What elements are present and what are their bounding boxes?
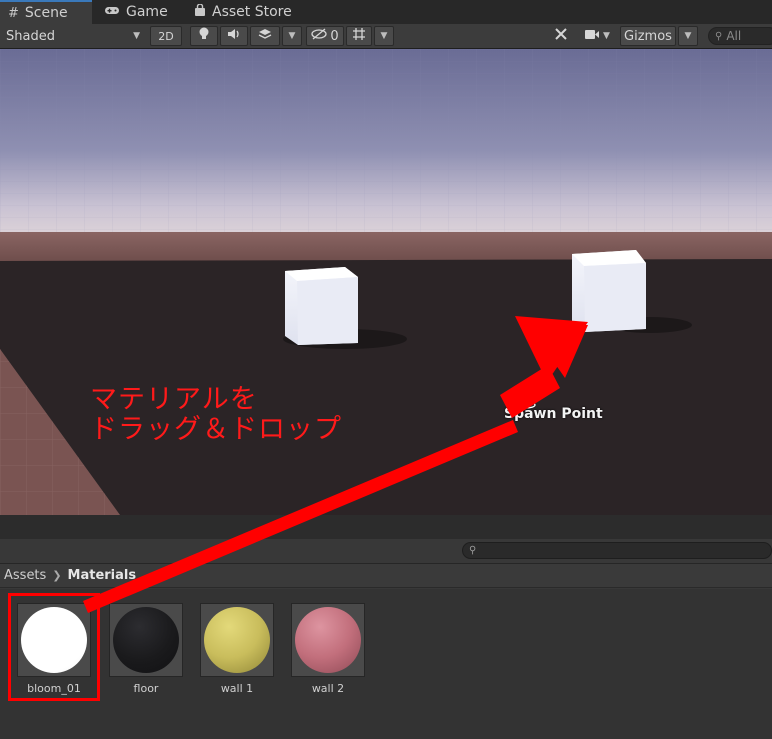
grid-icon bbox=[352, 27, 366, 45]
breadcrumb-current[interactable]: Materials bbox=[68, 568, 137, 583]
asset-item-wall-1[interactable]: wall 1 bbox=[200, 603, 274, 695]
camera-settings-button[interactable]: ▼ bbox=[578, 26, 616, 46]
chevron-down-icon: ▼ bbox=[288, 31, 296, 41]
project-search-input[interactable]: ⚲ bbox=[462, 542, 772, 559]
chevron-down-icon: ▼ bbox=[133, 31, 140, 41]
asset-label: wall 1 bbox=[220, 682, 254, 695]
gizmos-dropdown-button[interactable]: ▼ bbox=[678, 26, 698, 46]
tab-asset-store-label: Asset Store bbox=[212, 4, 292, 20]
material-sphere-icon bbox=[204, 607, 270, 673]
search-icon: ⚲ bbox=[469, 545, 477, 556]
scene-toolbar: Shaded ▼ 2D ▼ 0 ▼ ▼ Gizmos ▼ ⚲ All bbox=[0, 24, 772, 49]
tab-scene-label: Scene bbox=[24, 5, 68, 21]
tab-scene[interactable]: # Scene bbox=[0, 0, 92, 24]
toggle-2d-button[interactable]: 2D bbox=[150, 26, 182, 46]
grid-icon: # bbox=[8, 5, 19, 21]
gamepad-icon bbox=[104, 5, 120, 20]
chevron-down-icon: ▼ bbox=[684, 31, 692, 41]
grid-dropdown-button[interactable]: ▼ bbox=[374, 26, 394, 46]
scene-search-input[interactable]: ⚲ All bbox=[708, 27, 772, 45]
material-thumbnail bbox=[291, 603, 365, 677]
asset-label: floor bbox=[133, 682, 159, 695]
effects-toggle-button[interactable] bbox=[250, 26, 280, 46]
selection-highlight bbox=[8, 593, 100, 701]
hidden-objects-count: 0 bbox=[330, 28, 339, 44]
far-ground bbox=[0, 232, 772, 262]
tools-button[interactable] bbox=[548, 26, 574, 46]
material-thumbnail bbox=[109, 603, 183, 677]
annotation-line-1: マテリアルを bbox=[90, 384, 258, 415]
shading-mode-label: Shaded bbox=[6, 28, 55, 44]
audio-toggle-button[interactable] bbox=[220, 26, 248, 46]
grid-toggle-button[interactable] bbox=[346, 26, 372, 46]
scene-visibility-toggle[interactable]: 0 bbox=[306, 26, 344, 46]
chevron-down-icon: ▼ bbox=[380, 31, 388, 41]
layers-icon bbox=[258, 28, 272, 44]
shopping-bag-icon bbox=[194, 2, 206, 21]
wrench-icon bbox=[554, 27, 568, 45]
lightbulb-icon bbox=[198, 27, 210, 45]
lighting-toggle-button[interactable] bbox=[190, 26, 218, 46]
chevron-down-icon: ▼ bbox=[603, 31, 610, 41]
scene-viewport[interactable]: Spawn Point マテリアルを ドラッグ＆ドロップ bbox=[0, 49, 772, 515]
material-sphere-icon bbox=[295, 607, 361, 673]
cube-object-2 bbox=[572, 250, 646, 332]
annotation-line-2: ドラッグ＆ドロップ bbox=[90, 414, 342, 445]
tab-asset-store[interactable]: Asset Store bbox=[186, 0, 306, 24]
breadcrumb-root[interactable]: Assets bbox=[4, 568, 46, 583]
camera-icon bbox=[584, 29, 600, 44]
hidden-eye-icon bbox=[311, 28, 328, 44]
material-sphere-icon bbox=[113, 607, 179, 673]
project-toolbar: ⚲ bbox=[0, 539, 772, 564]
chevron-right-icon: ❯ bbox=[52, 569, 62, 582]
effects-dropdown-button[interactable]: ▼ bbox=[282, 26, 302, 46]
speaker-icon bbox=[227, 28, 241, 44]
material-thumbnail bbox=[200, 603, 274, 677]
annotation-text: マテリアルを ドラッグ＆ドロップ bbox=[90, 385, 342, 445]
scene-search-placeholder: All bbox=[726, 29, 742, 43]
shading-mode-dropdown[interactable]: Shaded ▼ bbox=[0, 26, 146, 46]
search-icon: ⚲ bbox=[715, 30, 723, 42]
tab-game[interactable]: Game bbox=[96, 0, 186, 24]
toggle-2d-label: 2D bbox=[158, 29, 174, 43]
window-tab-bar: # Scene Game Asset Store bbox=[0, 0, 772, 25]
gizmos-label: Gizmos bbox=[624, 28, 672, 44]
asset-item-wall-2[interactable]: wall 2 bbox=[291, 603, 365, 695]
cube-object-1 bbox=[285, 267, 358, 345]
asset-label: wall 2 bbox=[311, 682, 345, 695]
gizmos-button[interactable]: Gizmos bbox=[620, 26, 676, 46]
asset-item-floor[interactable]: floor bbox=[109, 603, 183, 695]
breadcrumb: Assets ❯ Materials bbox=[0, 564, 772, 588]
asset-grid: bloom_01 floor wall 1 wall 2 bbox=[0, 589, 772, 739]
spawn-point-label: Spawn Point bbox=[504, 406, 603, 422]
panel-divider[interactable] bbox=[0, 515, 772, 539]
tab-game-label: Game bbox=[126, 4, 168, 20]
